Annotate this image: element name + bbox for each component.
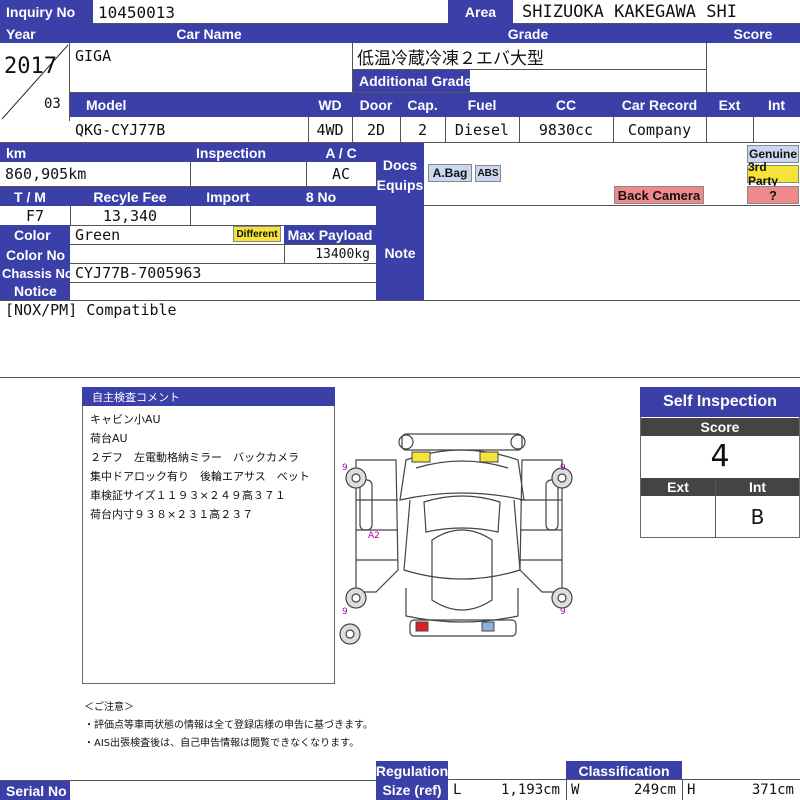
- fuel-value: Diesel: [454, 121, 510, 139]
- mark-a2: A2: [368, 531, 380, 541]
- size-h-label: H: [687, 782, 696, 798]
- fuel-label: Fuel: [445, 93, 519, 117]
- mark-rear-right: 9: [560, 607, 566, 617]
- inspection-label: Inspection: [190, 143, 306, 162]
- area-value: SHIZUOKA KAKEGAWA SHI: [522, 2, 737, 22]
- cap-label: Cap.: [400, 93, 445, 117]
- self-score-label: Score: [641, 418, 799, 436]
- max-payload-label: Max Payload: [284, 225, 376, 244]
- car-record-label: Car Record: [613, 93, 706, 117]
- tm-label: T / M: [0, 187, 70, 206]
- roof-panel: [431, 529, 493, 611]
- inquiry-no-label: Inquiry No: [0, 0, 93, 24]
- color-value: Green: [75, 226, 121, 244]
- tm-value: F7: [25, 206, 45, 225]
- additional-grade-label: Additional Grade: [353, 70, 472, 92]
- comment-lines: キャビン小AU 荷台AU ２デフ 左電動格納ミラー バックカメラ 集中ドアロック…: [84, 410, 334, 524]
- car-name-label: Car Name: [68, 24, 350, 43]
- comment-title: 自主検査コメント: [82, 387, 335, 406]
- door-label: Door: [352, 93, 400, 117]
- km-value: 860,905km: [5, 165, 87, 183]
- abs-badge: ABS: [475, 165, 501, 182]
- cap-value: 2: [417, 121, 428, 139]
- score-label: Score: [706, 24, 800, 43]
- self-int-label: Int: [716, 478, 799, 496]
- year-label: Year: [0, 24, 68, 43]
- ext-label: Ext: [706, 93, 753, 117]
- ac-label: A / C: [306, 143, 376, 162]
- car-name-value: GIGA: [75, 47, 112, 65]
- different-badge: Different: [233, 226, 281, 242]
- size-h-value: 371cm: [751, 782, 794, 798]
- comment-line: 集中ドアロック有り 後輪エアサス ベット: [90, 470, 310, 483]
- back-camera-badge: Back Camera: [614, 186, 704, 204]
- month-value: 03: [44, 96, 61, 112]
- comment-line: キャビン小AU: [90, 413, 161, 426]
- size-ref-label: Size (ref): [376, 780, 448, 800]
- self-inspection-title: Self Inspection: [640, 387, 800, 417]
- size-l-value: 1,193cm: [500, 782, 560, 798]
- self-score-value: 4: [710, 439, 730, 474]
- int-label: Int: [753, 93, 800, 117]
- rear-right-lamp: [481, 621, 495, 632]
- regulation-label: Regulation: [375, 761, 449, 780]
- grade-value: 低温冷蔵冷凍２エバ大型: [357, 48, 544, 69]
- front-right-lamp: [479, 451, 499, 463]
- door-value: 2D: [366, 121, 386, 139]
- rear-left-lamp: [415, 621, 429, 632]
- vehicle-condition-diagram: 9 9 9 9 A2: [339, 433, 573, 645]
- chassis-no-label: Chassis No: [0, 264, 73, 282]
- km-label: km: [0, 143, 190, 162]
- size-l-label: L: [453, 782, 462, 798]
- mark-front-left: 9: [342, 463, 348, 473]
- size-w-label: W: [571, 782, 580, 798]
- area-label: Area: [448, 0, 513, 24]
- cc-value: 9830cc: [538, 121, 594, 139]
- eight-no-label: 8 No: [266, 187, 376, 206]
- wd-label: WD: [308, 93, 352, 117]
- grade-label: Grade: [350, 24, 706, 43]
- self-ext-label: Ext: [641, 478, 715, 496]
- comment-line: 荷台内寸９３８×２３１高２３７: [90, 508, 254, 521]
- docs-label: Docs: [382, 156, 418, 173]
- footnote-line: ・評価点等車両状態の情報は全て登録店様の申告に基づきます。: [84, 720, 373, 731]
- classification-label: Classification: [566, 761, 682, 780]
- recycle-fee-value: 13,340: [102, 206, 158, 225]
- comment-line: ２デフ 左電動格納ミラー バックカメラ: [90, 451, 299, 464]
- year-value: 2017: [4, 53, 57, 79]
- car-record-value: Company: [627, 121, 692, 139]
- equips-label: Equips: [376, 176, 424, 193]
- size-w-value: 249cm: [633, 782, 676, 798]
- note-label: Note: [376, 206, 424, 300]
- wd-value: 4WD: [316, 121, 344, 139]
- color-label: Color: [0, 225, 70, 245]
- front-bumper: [401, 433, 523, 451]
- model-label: Model: [70, 93, 308, 117]
- model-value: QKG-CYJ77B: [75, 121, 166, 139]
- mark-front-right: 9: [560, 463, 566, 473]
- mark-rear-left: 9: [342, 607, 348, 617]
- ac-value: AC: [331, 165, 351, 183]
- color-no-label: Color No: [0, 245, 70, 264]
- recycle-fee-label: Recyle Fee: [70, 187, 190, 206]
- self-ext-value: [641, 497, 715, 537]
- comment-line: 車検証サイズ１１９３×２４９高３７１: [90, 489, 286, 502]
- chassis-no-value: CYJ77B-7005963: [75, 263, 202, 282]
- notice-value: [NOX/PM] Compatible: [5, 301, 177, 319]
- comment-line: 荷台AU: [90, 432, 128, 445]
- footnote-title: ＜ご注意＞: [84, 702, 134, 713]
- cc-label: CC: [519, 93, 613, 117]
- footnote-line: ・AIS出張検査後は、自己申告情報は閲覧できなくなります。: [84, 738, 360, 749]
- notice-label: Notice: [0, 282, 70, 300]
- abag-badge: A.Bag: [428, 164, 472, 182]
- question-badge: ?: [747, 186, 799, 204]
- serial-no-label: Serial No: [0, 781, 70, 800]
- max-payload-value: 13400kg: [315, 246, 370, 262]
- inquiry-no-value: 10450013: [98, 2, 176, 22]
- third-party-badge: 3rd Party: [747, 160, 799, 188]
- self-int-value: B: [750, 505, 765, 529]
- docs-equips-label: Docs Equips: [376, 143, 424, 206]
- front-left-lamp: [411, 451, 431, 463]
- import-label: Import: [190, 187, 266, 206]
